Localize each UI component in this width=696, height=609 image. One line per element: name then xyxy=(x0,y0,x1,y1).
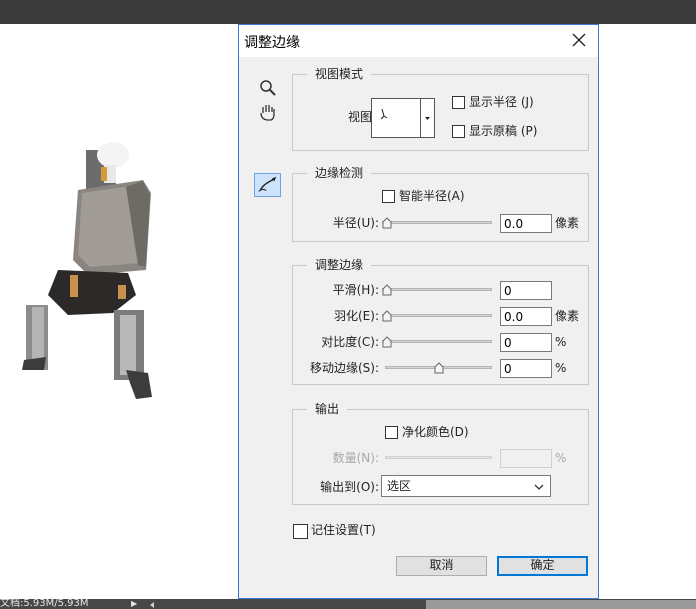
radius-label: 半径(U): xyxy=(332,216,379,230)
contrast-slider[interactable] xyxy=(382,336,492,348)
radius-slider[interactable] xyxy=(382,217,492,229)
dialog-title-bar[interactable]: 调整边缘 xyxy=(239,25,598,57)
show-radius-label: 显示半径 (J) xyxy=(469,95,534,109)
smart-radius-label: 智能半径(A) xyxy=(399,189,465,203)
radius-slider-thumb[interactable] xyxy=(382,217,392,229)
remember-settings-checkbox[interactable] xyxy=(293,524,308,539)
output-legend: 输出 xyxy=(307,401,348,417)
cancel-button[interactable]: 取消 xyxy=(396,556,487,576)
feather-unit: 像素 xyxy=(555,309,580,323)
decontaminate-checkbox[interactable] xyxy=(385,426,398,439)
output-to-select[interactable]: 选区 xyxy=(381,475,551,497)
view-select[interactable] xyxy=(371,98,435,138)
refine-radius-brush-icon[interactable] xyxy=(254,173,281,197)
feather-slider[interactable] xyxy=(382,310,492,322)
refine-edge-dialog: 调整边缘 视图模式 视图: 显示半径 (J) 显示原稿 (P) 边缘检测 智能半… xyxy=(238,24,599,599)
smooth-slider-track xyxy=(382,288,492,291)
adjust-edge-legend: 调整边缘 xyxy=(307,257,372,273)
status-bar: 文档:5.93M/5.93M ▶ xyxy=(0,599,696,609)
radius-input[interactable] xyxy=(500,214,552,233)
decontaminate-label: 净化颜色(D) xyxy=(402,425,469,439)
status-menu-arrow-icon[interactable]: ▶ xyxy=(131,599,137,609)
feather-input[interactable] xyxy=(500,307,552,326)
smart-radius-checkbox[interactable] xyxy=(382,190,395,203)
chevron-down-icon xyxy=(425,117,430,120)
smooth-input[interactable] xyxy=(500,281,552,300)
robot-body xyxy=(73,180,151,275)
doc-size-text: 文档:5.93M/5.93M xyxy=(0,599,89,609)
amount-input xyxy=(500,449,552,468)
show-original-label: 显示原稿 (P) xyxy=(469,124,538,138)
smooth-label: 平滑(H): xyxy=(332,283,379,297)
contrast-input[interactable] xyxy=(500,333,552,352)
dialog-title: 调整边缘 xyxy=(244,35,300,51)
output-to-label: 输出到(O): xyxy=(320,480,379,494)
show-original-checkbox[interactable] xyxy=(452,125,465,138)
output-to-value: 选区 xyxy=(387,479,412,493)
amount-label: 数量(N): xyxy=(332,451,379,465)
shift-edge-input[interactable] xyxy=(500,359,552,378)
feather-label: 羽化(E): xyxy=(334,309,379,323)
shift-edge-slider[interactable] xyxy=(385,362,492,374)
ok-button[interactable]: 确定 xyxy=(497,556,588,576)
show-radius-checkbox[interactable] xyxy=(452,96,465,109)
contrast-unit: % xyxy=(555,335,567,349)
view-mode-group: 视图模式 xyxy=(292,66,589,151)
smooth-slider[interactable] xyxy=(382,284,492,296)
feather-slider-track xyxy=(382,314,492,317)
radius-slider-track xyxy=(382,221,492,224)
shift-edge-label: 移动边缘(S): xyxy=(309,361,379,375)
amount-slider-track xyxy=(385,456,492,459)
contrast-slider-track xyxy=(382,340,492,343)
radius-unit: 像素 xyxy=(555,216,580,230)
scroll-left-icon[interactable] xyxy=(148,602,158,608)
canvas-image-robot xyxy=(22,142,152,399)
contrast-slider-thumb[interactable] xyxy=(382,336,392,348)
view-dropdown-button[interactable] xyxy=(420,99,434,137)
remember-settings-label: 记住设置(T) xyxy=(311,523,376,537)
view-mode-legend: 视图模式 xyxy=(307,66,372,82)
shift-edge-unit: % xyxy=(555,361,567,375)
robot-legs xyxy=(22,270,152,399)
amount-unit: % xyxy=(555,451,567,465)
robot-head xyxy=(86,142,129,190)
edge-detection-legend: 边缘检测 xyxy=(307,165,372,181)
amount-slider xyxy=(385,452,492,464)
app-top-bar xyxy=(0,0,696,24)
view-thumbnail-icon xyxy=(380,108,388,120)
horizontal-scrollbar[interactable] xyxy=(426,600,696,609)
magnifier-icon[interactable] xyxy=(256,76,280,100)
shift-edge-slider-thumb[interactable] xyxy=(434,362,444,374)
close-icon[interactable] xyxy=(568,29,590,51)
chevron-down-icon xyxy=(534,484,544,490)
smooth-slider-thumb[interactable] xyxy=(382,284,392,296)
contrast-label: 对比度(C): xyxy=(321,335,379,349)
hand-icon[interactable] xyxy=(256,100,280,124)
feather-slider-thumb[interactable] xyxy=(382,310,392,322)
